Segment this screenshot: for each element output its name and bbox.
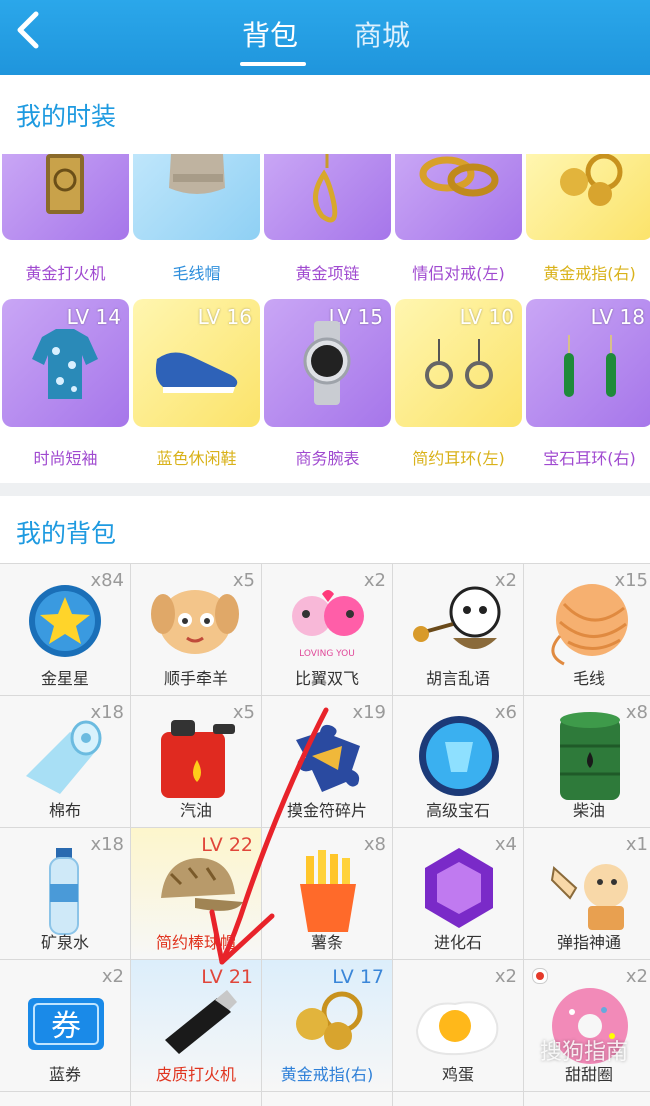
fashion-section-title: 我的时装	[16, 102, 117, 131]
backpack-item[interactable]: x5 顺手牵羊	[131, 564, 261, 695]
backpack-item[interactable]: x4 进化石	[393, 828, 523, 959]
fashion-item-watch[interactable]: LV 15	[264, 299, 391, 427]
backpack-item[interactable]: x2 鸡蛋	[393, 960, 523, 1091]
fashion-item-name: 蓝色休闲鞋	[156, 449, 237, 468]
tab-mall[interactable]: 商城	[354, 14, 410, 54]
backpack-item[interactable]: x84 金星星	[0, 564, 130, 695]
fashion-item-lighter[interactable]	[2, 154, 129, 240]
beanie-icon	[169, 154, 225, 194]
backpack-item[interactable]: x8 柴油	[524, 696, 650, 827]
fashion-item-name: 情侣对戒(左)	[412, 264, 505, 283]
fashion-item-name: 黄金打火机	[25, 264, 106, 283]
backpack-item[interactable]: x19 摸金符碎片	[262, 696, 392, 827]
fashion-item-couple-rings[interactable]	[395, 154, 522, 240]
backpack-item[interactable]: x5 汽油	[131, 696, 261, 827]
backpack-item[interactable]: x6 高级宝石	[393, 696, 523, 827]
backpack-item[interactable]: x2 券 蓝券	[0, 960, 130, 1091]
item-name: 蓝券	[48, 1065, 81, 1084]
item-name: 汽油	[179, 801, 212, 820]
watch-icon	[303, 321, 351, 405]
back-arrow-icon[interactable]	[10, 10, 50, 50]
item-name: 进化石	[433, 933, 482, 952]
lighter-icon	[46, 154, 84, 214]
item-name: 鸡蛋	[441, 1065, 474, 1084]
fashion-item-gem-earrings[interactable]: LV 18	[526, 299, 650, 427]
necklace-icon	[313, 154, 338, 223]
backpack-item[interactable]: LV 22 简约棒球帽	[131, 828, 261, 959]
fashion-item-name: 简约耳环(左)	[412, 449, 505, 468]
fashion-item-necklace[interactable]	[264, 154, 391, 240]
item-name: 比翼双飞	[294, 669, 359, 688]
backpack-item[interactable]: x2 甜甜圈	[524, 960, 650, 1091]
backpack-item-partial[interactable]	[0, 1092, 130, 1106]
svg-text:券: 券	[51, 1009, 81, 1044]
backpack-section-title: 我的背包	[16, 519, 117, 548]
top-bar: 背包 商城	[0, 0, 650, 75]
backpack-section: 我的背包	[0, 496, 650, 563]
rings-icon	[419, 156, 499, 197]
item-name: 金星星	[40, 669, 89, 688]
backpack-item[interactable]: x18 矿泉水	[0, 828, 130, 959]
active-tab-indicator	[240, 62, 306, 66]
item-name: 顺手牵羊	[163, 669, 228, 688]
backpack-item-partial[interactable]	[131, 1092, 261, 1106]
fashion-item-earrings[interactable]: LV 10	[395, 299, 522, 427]
fashion-item-name: 黄金戒指(右)	[543, 264, 636, 283]
gem-earrings-icon	[564, 335, 616, 397]
fashion-item-gold-ring[interactable]	[526, 154, 650, 240]
backpack-item[interactable]: LV 17 黄金戒指(右)	[262, 960, 392, 1091]
item-name: 矿泉水	[40, 933, 89, 952]
gold-ring-icon	[560, 154, 623, 206]
fashion-item-beanie[interactable]	[133, 154, 260, 240]
fashion-item-name: 宝石耳环(右)	[543, 449, 636, 468]
tab-backpack[interactable]: 背包	[242, 14, 298, 54]
backpack-item[interactable]: x18 棉布	[0, 696, 130, 827]
item-name: 薯条	[310, 933, 343, 952]
fashion-item-name: 黄金项链	[295, 264, 360, 283]
item-name: 简约棒球帽	[155, 933, 236, 952]
item-name: 毛线	[572, 669, 605, 688]
shirt-icon	[32, 329, 98, 399]
fashion-item-name: 时尚短袖	[33, 449, 98, 468]
fashion-item-name: 商务腕表	[295, 449, 360, 468]
backpack-item[interactable]: x2 胡言乱语	[393, 564, 523, 695]
backpack-item[interactable]: x1 弹指神通	[524, 828, 650, 959]
item-name: 黄金戒指(右)	[280, 1065, 374, 1084]
earrings-icon	[425, 339, 493, 389]
backpack-item-partial[interactable]	[524, 1092, 650, 1106]
item-name: 高级宝石	[425, 801, 490, 820]
backpack-item[interactable]: x8 薯条	[262, 828, 392, 959]
backpack-item[interactable]: x2 LOVING YOU 比翼双飞	[262, 564, 392, 695]
backpack-item[interactable]: x15 毛线	[524, 564, 650, 695]
item-name: 弹指神通	[556, 933, 621, 952]
fashion-item-shoes[interactable]: LV 16	[133, 299, 260, 427]
watermark: 搜狗指南	[539, 1040, 628, 1065]
backpack-item[interactable]: LV 21 皮质打火机	[131, 960, 261, 1091]
backpack-grid: x84 金星星 x5 顺手牵羊 x2 LOVING YOU 比翼双飞 x2 胡言…	[0, 563, 650, 1106]
item-name: 棉布	[48, 801, 81, 820]
item-name: 摸金符碎片	[286, 801, 367, 820]
fashion-item-shirt[interactable]: LV 14	[2, 299, 129, 427]
shoe-icon	[155, 352, 238, 393]
fashion-item-name: 毛线帽	[172, 264, 221, 283]
svg-text:LOVING YOU: LOVING YOU	[299, 649, 355, 659]
item-name: 胡言乱语	[425, 669, 490, 688]
backpack-item-partial[interactable]	[262, 1092, 392, 1106]
item-name: 柴油	[572, 801, 605, 820]
backpack-item-partial[interactable]	[393, 1092, 523, 1106]
item-name: 皮质打火机	[155, 1065, 236, 1084]
